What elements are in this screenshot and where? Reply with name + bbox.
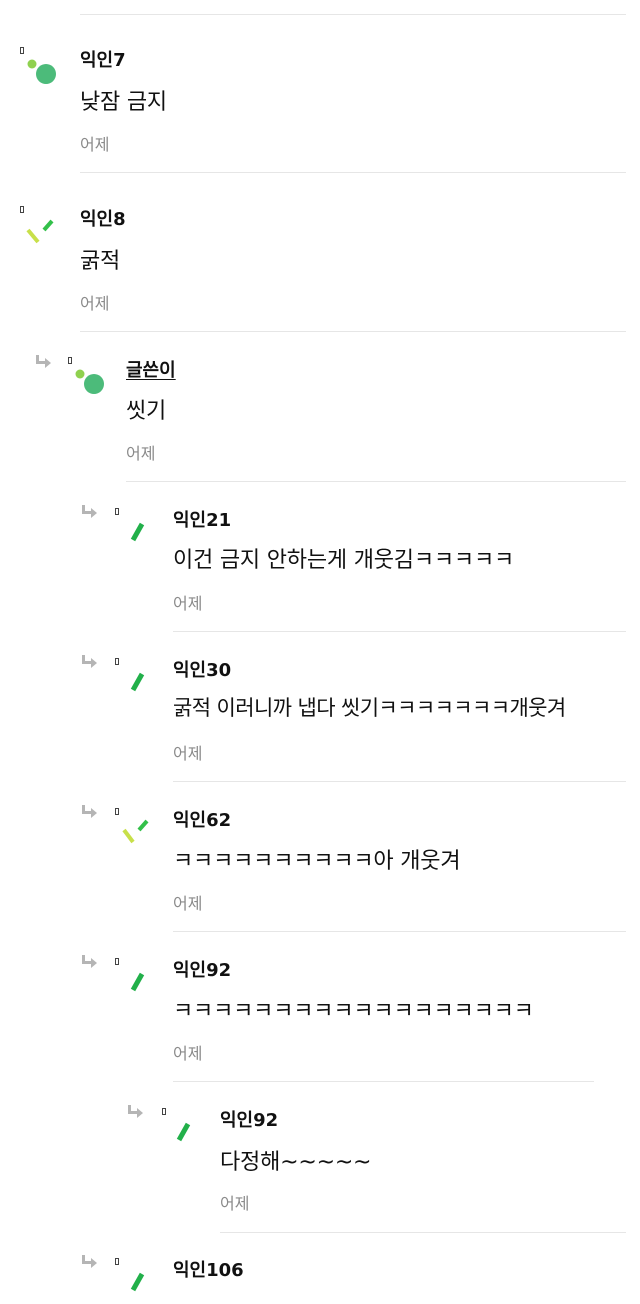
comment-time: 어제 bbox=[80, 135, 110, 154]
divider bbox=[173, 931, 626, 932]
comment-text: 굵적 bbox=[80, 249, 121, 274]
comment-author[interactable]: 익인92 bbox=[220, 1106, 278, 1132]
divider bbox=[126, 481, 626, 482]
divider bbox=[173, 781, 626, 782]
comment-text: ㅋㅋㅋㅋㅋㅋㅋㅋㅋㅋㅋㅋㅋㅋㅋㅋㅋㅋ bbox=[173, 999, 534, 1024]
reply-arrow-icon bbox=[82, 505, 97, 518]
comment-text: 낮잠 금지 bbox=[80, 90, 167, 115]
comment-time: 어제 bbox=[173, 1044, 203, 1063]
bar-avatar-icon bbox=[130, 1272, 145, 1292]
comment-text: 씻기 bbox=[126, 399, 167, 424]
divider bbox=[173, 631, 626, 632]
comment-time: 어제 bbox=[220, 1194, 250, 1213]
reply-arrow-icon bbox=[82, 955, 97, 968]
comment-author[interactable]: 익인92 bbox=[173, 956, 231, 982]
dots-avatar-icon bbox=[75, 369, 104, 394]
slash-avatar-icon bbox=[122, 819, 149, 844]
reply-arrow-icon bbox=[82, 805, 97, 818]
comment-text: 다정해~~~~~ bbox=[220, 1150, 372, 1175]
reply-arrow-icon bbox=[128, 1105, 143, 1118]
comment-text: ㅋㅋㅋㅋㅋㅋㅋㅋㅋㅋ아 개웃겨 bbox=[173, 849, 461, 874]
bar-avatar-icon bbox=[130, 972, 145, 992]
comment-author[interactable]: 익인30 bbox=[173, 656, 231, 682]
comment-marker-icon bbox=[115, 508, 119, 515]
comment-marker-icon bbox=[115, 658, 119, 665]
comment-marker-icon bbox=[115, 808, 119, 815]
dots-avatar-icon bbox=[27, 59, 56, 84]
comment-time: 어제 bbox=[126, 444, 156, 463]
divider bbox=[80, 14, 626, 15]
bar-avatar-icon bbox=[176, 1122, 191, 1142]
reply-arrow-icon bbox=[82, 1255, 97, 1268]
comment-time: 어제 bbox=[173, 594, 203, 613]
comment-marker-icon bbox=[68, 357, 72, 364]
reply-arrow-icon bbox=[36, 355, 51, 368]
comment-text: 굵적 이러니까 냅다 씻기ㅋㅋㅋㅋㅋㅋㅋ개웃겨 bbox=[173, 696, 566, 720]
comment-text: 이건 금지 안하는게 개웃김ㅋㅋㅋㅋㅋ bbox=[173, 548, 515, 573]
reply-arrow-icon bbox=[82, 655, 97, 668]
comment-author-writer[interactable]: 글쓴이 bbox=[126, 356, 176, 382]
bar-avatar-icon bbox=[130, 672, 145, 692]
comment-marker-icon bbox=[20, 47, 24, 54]
comment-time: 어제 bbox=[173, 894, 203, 913]
divider bbox=[173, 1081, 594, 1082]
comment-marker-icon bbox=[115, 958, 119, 965]
comment-marker-icon bbox=[115, 1258, 119, 1265]
slash-avatar-icon bbox=[26, 219, 54, 244]
divider bbox=[80, 331, 626, 332]
comment-time: 어제 bbox=[80, 294, 110, 313]
bar-avatar-icon bbox=[130, 522, 145, 542]
comment-time: 어제 bbox=[173, 744, 203, 763]
divider bbox=[80, 172, 626, 173]
divider bbox=[220, 1232, 626, 1233]
comment-author[interactable]: 익인21 bbox=[173, 506, 231, 532]
comment-author[interactable]: 익인8 bbox=[80, 205, 126, 231]
comment-author[interactable]: 익인106 bbox=[173, 1256, 244, 1282]
comment-author[interactable]: 익인7 bbox=[80, 46, 126, 72]
comment-author[interactable]: 익인62 bbox=[173, 806, 231, 832]
